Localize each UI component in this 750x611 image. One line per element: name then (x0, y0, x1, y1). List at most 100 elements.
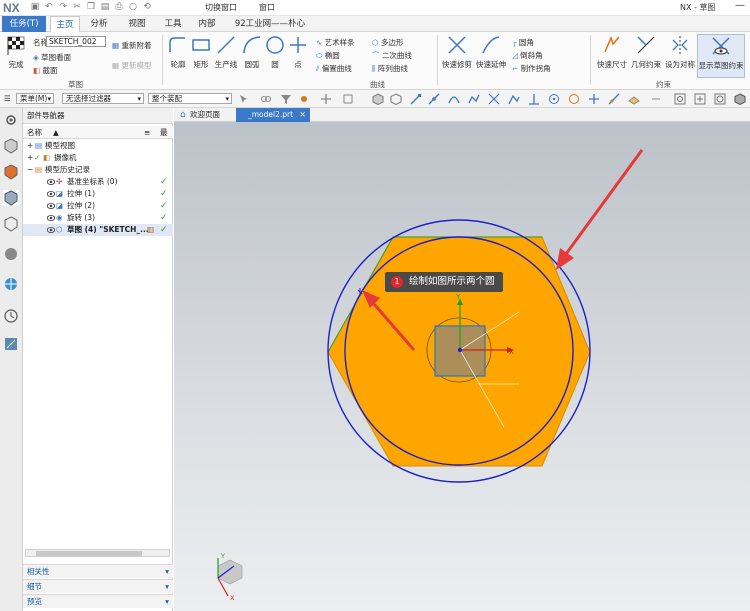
update-model-button[interactable]: ▦ 更新模型 (112, 60, 151, 71)
close-tab-icon[interactable]: ✕ (299, 110, 305, 119)
link-icon[interactable] (260, 93, 272, 105)
circle-tool-icon[interactable]: ○ (128, 2, 138, 12)
snap-bounded-grid-icon[interactable] (650, 93, 662, 105)
tree-row-model-history[interactable]: − ▤ 模型历史记录 (23, 164, 173, 176)
snap-intersection-icon[interactable] (488, 93, 500, 105)
save-icon[interactable]: ▣ (30, 2, 40, 12)
conic-button[interactable]: ⌒ 二次曲线 (372, 50, 412, 61)
rotate-view-icon[interactable] (714, 93, 726, 105)
tree-row-revolve-3[interactable]: ◉ 旋转 (3) ✓ (23, 212, 173, 224)
scrollbar-thumb[interactable] (36, 551, 142, 556)
geometric-constraints-button[interactable]: 几何约束 (629, 34, 663, 70)
cube-icon[interactable] (372, 93, 384, 105)
show-sketch-constraints-button[interactable]: 显示草图约束 (697, 34, 745, 78)
expand-icon[interactable]: + (27, 152, 33, 164)
select-icon[interactable] (238, 93, 250, 105)
shaded-view-icon[interactable] (734, 93, 746, 105)
assembly-scope-dropdown[interactable]: 整个装配 (148, 93, 232, 104)
chamfer-button[interactable]: ◿ 倒斜角 (512, 50, 543, 61)
web-browser-icon[interactable] (3, 276, 19, 292)
rectangle-select-icon[interactable] (342, 93, 354, 105)
print-icon[interactable]: ⎙ (114, 2, 124, 12)
tab-tools[interactable]: 工具 (158, 16, 188, 32)
tab-home[interactable]: 主页 (50, 16, 80, 32)
ellipse-button[interactable]: ⬭ 椭圆 (316, 50, 340, 61)
studio-spline-button[interactable]: ∿ 艺术样条 (316, 37, 355, 48)
tree-row-datum-csys[interactable]: ✣ 基准坐标系 (0) ✓ (23, 176, 173, 188)
visibility-eye-icon[interactable] (47, 227, 55, 233)
system-materials-icon[interactable] (3, 336, 19, 352)
panel-details[interactable]: 细节 (23, 579, 173, 593)
copy-icon[interactable]: ❐ (86, 2, 96, 12)
sketch-name-dropdown[interactable]: SKETCH_002 (46, 36, 106, 47)
window-menu-button[interactable]: 窗口 (259, 2, 275, 13)
graphics-window[interactable]: X Y Y X 1 绘制如图所示两个圆 (174, 122, 750, 611)
snap-curve-icon[interactable] (448, 93, 460, 105)
sort-asc-icon[interactable]: ▲ (53, 126, 59, 139)
tab-analysis[interactable]: 分析 (84, 16, 114, 32)
snap-existing-point-icon[interactable] (588, 93, 600, 105)
expand-icon[interactable]: + (27, 140, 33, 152)
snap-tangent-icon[interactable] (508, 93, 520, 105)
switch-window-button[interactable]: 切换窗口 (205, 2, 237, 13)
reattach-button[interactable]: ▦ 重新附着 (112, 40, 151, 51)
move-icon[interactable] (320, 93, 332, 105)
tab-internal[interactable]: 内部 (192, 16, 222, 32)
tab-custom[interactable]: 92工业网——朴心 (230, 16, 310, 32)
history-icon[interactable] (3, 308, 19, 324)
tree-row-sketch-4[interactable]: ⬡ 草图 (4) "SKETCH_... ▥ ✓ (23, 224, 173, 236)
pattern-curve-button[interactable]: ⫼ 阵列曲线 (372, 63, 408, 74)
panel-preview[interactable]: 预览 (23, 594, 173, 608)
quick-trim-button[interactable]: 快速修剪 (440, 34, 474, 70)
fit-icon[interactable] (694, 93, 706, 105)
polygon-button[interactable]: ⬡ 多边形 (372, 37, 403, 48)
snap-control-point-icon[interactable] (468, 93, 480, 105)
line-button[interactable]: 生产线 (212, 34, 240, 70)
make-corner-button[interactable]: ⌐ 制作拐角 (512, 63, 551, 74)
visibility-eye-icon[interactable] (47, 179, 55, 185)
fillet-button[interactable]: ╭ 圆角 (512, 37, 534, 48)
snap-endpoint-icon[interactable] (410, 93, 422, 105)
paste-icon[interactable]: ▤ (100, 2, 110, 12)
visibility-eye-icon[interactable] (47, 215, 55, 221)
point-snap-icon[interactable] (298, 93, 310, 105)
tree-row-model-views[interactable]: + ▤ 模型视图 (23, 140, 173, 152)
snap-on-surface-icon[interactable] (628, 93, 640, 105)
visibility-eye-icon[interactable] (47, 203, 55, 209)
settings-icon[interactable] (3, 112, 19, 128)
constraint-navigator-icon[interactable] (3, 164, 19, 180)
visibility-eye-icon[interactable] (47, 191, 55, 197)
tree-row-extrude-2[interactable]: ◪ 拉伸 (2) ✓ (23, 200, 173, 212)
horizontal-scrollbar[interactable] (25, 549, 170, 557)
point-button[interactable]: 点 (284, 34, 312, 70)
finish-sketch-button[interactable]: 完成 (2, 34, 30, 70)
part-navigator-icon[interactable] (3, 190, 19, 206)
tab-view[interactable]: 视图 (122, 16, 152, 32)
tree-row-cameras[interactable]: + ✓ ◧ 摄像机 (23, 152, 173, 164)
column-latest-header[interactable]: 最 (160, 126, 168, 139)
cut-icon[interactable]: ✂ (72, 2, 82, 12)
snap-on-curve-icon[interactable] (608, 93, 620, 105)
snap-perpendicular-icon[interactable] (528, 93, 540, 105)
panel-dependencies[interactable]: 相关性 (23, 564, 173, 578)
assembly-navigator-icon[interactable] (3, 138, 19, 154)
snap-quadrant-icon[interactable] (568, 93, 580, 105)
task-menu-button[interactable]: 任务(T) (2, 16, 46, 32)
redo-icon[interactable]: ↷ (58, 2, 68, 12)
column-menu-icon[interactable]: ≡ (144, 126, 150, 139)
tab-model-file[interactable]: _model2.prt ✕ (236, 108, 310, 122)
collapse-icon[interactable]: − (27, 164, 33, 176)
tree-row-extrude-1[interactable]: ◪ 拉伸 (1) ✓ (23, 188, 173, 200)
column-name-header[interactable]: 名称 (27, 126, 42, 139)
tab-welcome-page[interactable]: 欢迎页面 (178, 108, 234, 122)
hd3d-tools-icon[interactable] (3, 246, 19, 262)
sketch-plane-button[interactable]: ◈ 草图看面 (33, 52, 71, 63)
minimize-icon[interactable]: — (735, 0, 745, 11)
rectangle-button[interactable]: 矩形 (187, 34, 215, 70)
wireframe-cube-icon[interactable] (390, 93, 402, 105)
rapid-dimension-button[interactable]: 快速尺寸 (595, 34, 629, 70)
reuse-library-icon[interactable] (3, 216, 19, 232)
zoom-icon[interactable] (674, 93, 686, 105)
offset-curve-button[interactable]: ⫽ 偏置曲线 (316, 63, 352, 74)
hamburger-icon[interactable]: ☰ (4, 94, 11, 103)
